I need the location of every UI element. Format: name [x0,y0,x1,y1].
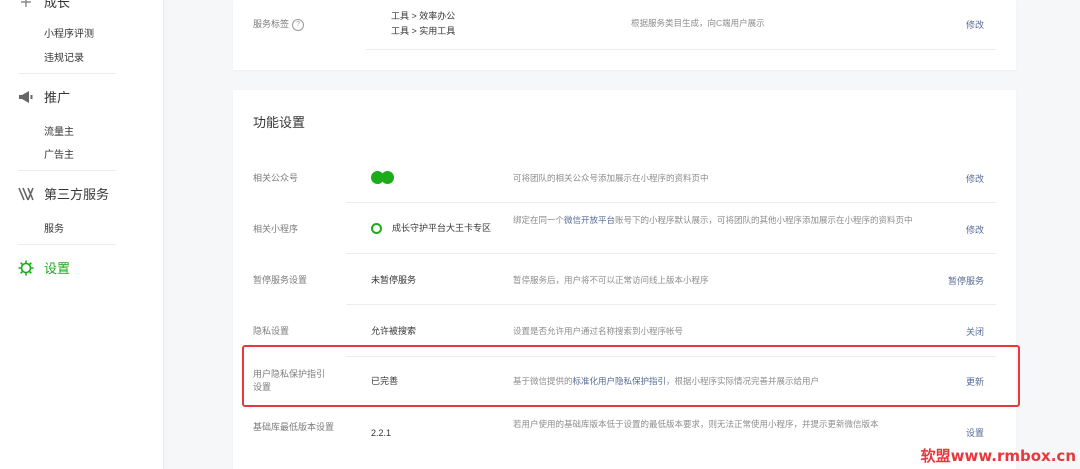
official-account-avatars [371,170,394,185]
section-title: 功能设置 [253,115,306,130]
watermark: 软盟www.rmbox.cn [920,447,1076,465]
nav-group-third-party[interactable]: 第三方服务 [18,184,109,203]
gear-icon [18,260,34,276]
nav-divider [18,244,116,245]
row-divider [346,253,996,254]
service-tags-label: 服务标签? [253,18,305,31]
row-label: 暂停服务设置 [253,275,308,285]
related-mini-programs-edit-button[interactable]: 修改 [966,223,984,236]
related-mini-program-value: 成长守护平台大王卡专区 [371,221,491,236]
help-icon[interactable]: ? [292,18,305,31]
pause-service-value: 未暂停服务 [371,275,417,285]
base-library-version-value: 2.2.1 [371,428,392,438]
row-divider [366,49,996,50]
nav-group-growth[interactable]: 成长 [18,0,70,11]
pause-service-button[interactable]: 暂停服务 [948,274,984,287]
open-platform-link[interactable]: 微信开放平台 [564,215,615,225]
row-divider [346,202,996,203]
sidebar-item-traffic-owner[interactable]: 流量主 [44,123,74,138]
sidebar-item-advertiser[interactable]: 广告主 [44,146,74,161]
row-desc: 设置是否允许用户通过名称搜索到小程序帐号 [513,326,684,336]
service-tag-1: 工具 > 效率办公 [391,11,456,21]
megaphone-icon [18,89,34,105]
nav-divider [18,73,116,74]
row-divider [346,304,996,305]
feature-settings-card: 功能设置 相关公众号 可将团队的相关公众号添加展示在小程序的资料页中 修改 相关… [233,90,1016,469]
related-mini-program-name: 成长守护平台大王卡专区 [392,223,492,233]
plus-icon [18,0,34,10]
nav-divider [18,170,116,171]
sidebar: 成长 小程序评测 违规记录 推广 流量主 广告主 第三方服务 服务 设置 [0,0,164,469]
row-label: 隐私设置 [253,326,290,336]
nav-group-promo[interactable]: 推广 [18,87,70,106]
mini-program-icon [381,171,394,185]
row-label: 相关公众号 [253,173,299,183]
sidebar-item-violations[interactable]: 违规记录 [44,49,84,64]
service-tags-card: 服务标签? 工具 > 效率办公 工具 > 实用工具 根据服务类目生成，向C端用户… [233,0,1016,70]
sidebar-item-services[interactable]: 服务 [44,220,64,235]
row-desc: 绑定在同一个微信开放平台账号下的小程序默认展示，可将团队的其他小程序添加展示在小… [513,215,913,225]
row-label: 相关小程序 [253,224,299,234]
row-desc: 暂停服务后，用户将不可以正常访问线上版本小程序 [513,275,709,285]
service-tag-2: 工具 > 实用工具 [391,26,456,36]
privacy-value: 允许被搜索 [371,326,417,336]
sidebar-item-evaluation[interactable]: 小程序评测 [44,25,94,40]
nav-group-third-party-label: 第三方服务 [44,187,110,202]
privacy-close-button[interactable]: 关闭 [966,325,984,338]
related-official-accounts-edit-button[interactable]: 修改 [966,172,984,185]
nav-group-settings[interactable]: 设置 [18,258,70,277]
row-desc: 可将团队的相关公众号添加展示在小程序的资料页中 [513,173,709,183]
nav-group-settings-label: 设置 [44,261,71,276]
highlight-box [242,345,1020,407]
nav-group-promo-label: 推广 [44,90,71,105]
mini-program-icon [371,223,382,235]
service-tags-edit-button[interactable]: 修改 [966,18,984,31]
row-desc: 若用户使用的基础库版本低于设置的最低版本要求，则无法正常使用小程序，并提示更新微… [513,419,879,429]
third-party-icon [18,186,34,202]
base-library-version-set-button[interactable]: 设置 [966,426,984,439]
row-label: 基础库最低版本设置 [253,422,335,432]
nav-group-growth-label: 成长 [44,0,71,10]
